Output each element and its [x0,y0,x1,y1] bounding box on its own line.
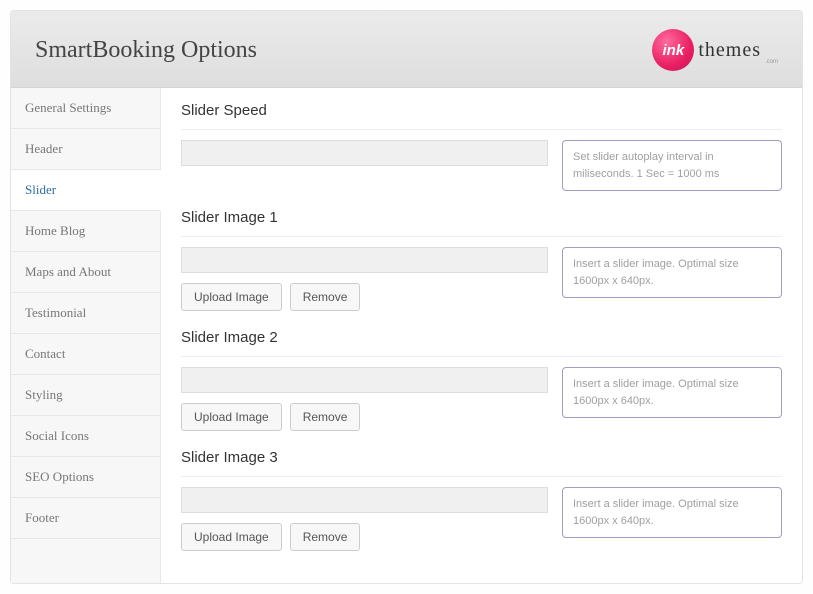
remove-button[interactable]: Remove [290,283,361,311]
button-row: Upload Image Remove [181,523,548,551]
text-input[interactable] [181,140,548,166]
text-input[interactable] [181,367,548,393]
button-row: Upload Image Remove [181,283,548,311]
brand-logo: ink themes .com [652,29,778,71]
section-label: Slider Image 2 [181,329,782,346]
section-row: Upload Image Remove Insert a slider image.… [181,356,782,431]
sidebar-item-maps-and-about[interactable]: Maps and About [11,252,160,293]
section-row: Set slider autoplay interval in miliseco… [181,129,782,191]
sidebar-item-seo-options[interactable]: SEO Options [11,457,160,498]
section-label: Slider Image 1 [181,209,782,226]
remove-button[interactable]: Remove [290,523,361,551]
sidebar-item-slider[interactable]: Slider [11,170,161,211]
panel-header: SmartBooking Options ink themes .com [11,11,802,88]
section-left [181,140,548,176]
help-box: Insert a slider image. Optimal size 1600… [562,487,782,538]
sidebar-item-social-icons[interactable]: Social Icons [11,416,160,457]
help-box: Insert a slider image. Optimal size 1600… [562,247,782,298]
section-slider-image-2: Slider Image 2 Upload Image Remove Insert a… [181,329,782,431]
help-box: Insert a slider image. Optimal size 1600… [562,367,782,418]
panel-body: General SettingsHeaderSliderHome BlogMap… [11,88,802,583]
sidebar-item-header[interactable]: Header [11,129,160,170]
sidebar: General SettingsHeaderSliderHome BlogMap… [11,88,161,583]
text-input[interactable] [181,247,548,273]
section-slider-speed: Slider Speed Set slider autoplay interval… [181,102,782,191]
section-left: Upload Image Remove [181,247,548,311]
logo-text: themes [698,39,761,62]
upload-image-button[interactable]: Upload Image [181,283,282,311]
upload-image-button[interactable]: Upload Image [181,403,282,431]
sidebar-item-testimonial[interactable]: Testimonial [11,293,160,334]
logo-sub: .com [765,59,778,65]
section-left: Upload Image Remove [181,367,548,431]
sidebar-item-styling[interactable]: Styling [11,375,160,416]
section-slider-image-1: Slider Image 1 Upload Image Remove Insert a… [181,209,782,311]
section-row: Upload Image Remove Insert a slider image.… [181,236,782,311]
upload-image-button[interactable]: Upload Image [181,523,282,551]
remove-button[interactable]: Remove [290,403,361,431]
main-content: Slider Speed Set slider autoplay interval… [161,88,802,583]
section-slider-image-3: Slider Image 3 Upload Image Remove Insert a… [181,449,782,551]
text-input[interactable] [181,487,548,513]
sidebar-item-general-settings[interactable]: General Settings [11,88,160,129]
logo-icon: ink [652,29,694,71]
section-label: Slider Speed [181,102,782,119]
options-panel: SmartBooking Options ink themes .com Gen… [10,10,803,584]
sidebar-item-contact[interactable]: Contact [11,334,160,375]
page-title: SmartBooking Options [35,37,257,64]
section-left: Upload Image Remove [181,487,548,551]
section-label: Slider Image 3 [181,449,782,466]
button-row: Upload Image Remove [181,403,548,431]
sidebar-item-footer[interactable]: Footer [11,498,160,539]
help-box: Set slider autoplay interval in miliseco… [562,140,782,191]
sidebar-item-home-blog[interactable]: Home Blog [11,211,160,252]
section-row: Upload Image Remove Insert a slider image.… [181,476,782,551]
